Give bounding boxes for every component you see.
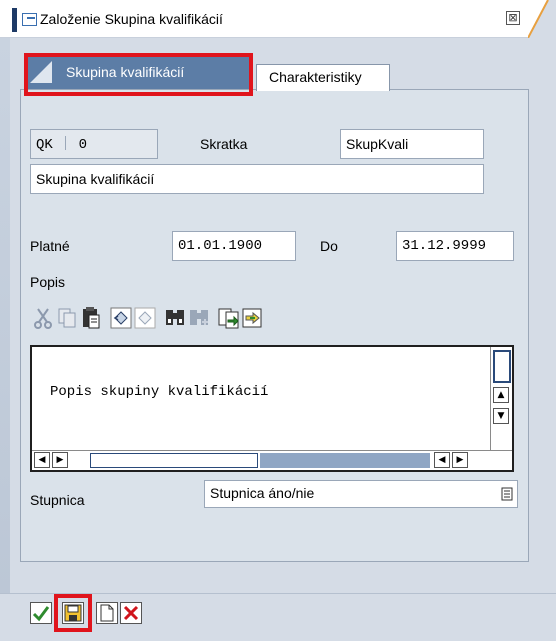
save-highlight-frame: [54, 594, 92, 632]
object-id: 0: [78, 137, 88, 153]
find-next-icon[interactable]: [188, 306, 210, 330]
undo-icon[interactable]: [110, 306, 132, 330]
cut-icon[interactable]: [32, 306, 54, 330]
abbreviation-field[interactable]: SkupKvali: [340, 129, 484, 159]
right-strip: [530, 38, 556, 593]
horizontal-scrollbar[interactable]: ◀ ▶ ◀ ▶: [32, 450, 512, 470]
close-icon[interactable]: ⊠: [506, 11, 520, 25]
valid-to-field[interactable]: 31.12.9999: [396, 231, 514, 261]
object-type-field: QK 0: [30, 129, 158, 159]
horizontal-scroll-thumb[interactable]: [90, 453, 258, 468]
scale-field[interactable]: Stupnica áno/nie: [204, 480, 518, 508]
scroll-right-icon[interactable]: ▶: [52, 452, 68, 468]
abbreviation-label: Skratka: [200, 136, 248, 152]
name-field[interactable]: Skupina kvalifikácií: [30, 164, 484, 194]
valid-from-field[interactable]: 01.01.1900: [172, 231, 296, 261]
title-bar: Založenie Skupina kvalifikácií ⊠: [0, 0, 556, 38]
window-icon: [22, 13, 37, 26]
new-icon[interactable]: [96, 602, 118, 624]
scroll-left-icon[interactable]: ◀: [34, 452, 50, 468]
description-label: Popis: [30, 274, 66, 290]
redo-icon[interactable]: [134, 306, 156, 330]
find-icon[interactable]: [164, 306, 186, 330]
description-text: Popis skupiny kvalifikácií: [50, 384, 269, 400]
paste-icon[interactable]: [80, 306, 102, 330]
tab-highlight-frame: [24, 53, 253, 96]
save-local-file-icon[interactable]: [242, 306, 264, 330]
vertical-scroll-thumb[interactable]: [493, 350, 511, 383]
scroll-up-icon[interactable]: ▲: [493, 387, 509, 403]
copy-icon[interactable]: [56, 306, 78, 330]
load-local-file-icon[interactable]: [218, 306, 240, 330]
cancel-icon[interactable]: [120, 602, 142, 624]
description-editor[interactable]: Popis skupiny kvalifikácií ▲ ▼ ◀ ▶ ◀ ▶: [30, 345, 514, 472]
left-strip: [0, 38, 10, 593]
check-icon[interactable]: [30, 602, 52, 624]
object-type: QK: [36, 137, 53, 153]
valid-to-label: Do: [320, 238, 338, 254]
title-accent: [12, 8, 17, 32]
window-title: Založenie Skupina kvalifikácií: [40, 11, 223, 27]
dropdown-icon[interactable]: [501, 487, 513, 501]
tab-characteristics-label: Charakteristiky: [269, 69, 362, 85]
vertical-scrollbar[interactable]: ▲ ▼: [490, 347, 512, 450]
valid-from-label: Platné: [30, 238, 70, 254]
title-decoration: [528, 0, 556, 38]
tab-characteristics[interactable]: Charakteristiky: [256, 64, 390, 91]
scroll-right-end-icon[interactable]: ▶: [452, 452, 468, 468]
scroll-left-end-icon[interactable]: ◀: [434, 452, 450, 468]
scale-label: Stupnica: [30, 492, 85, 508]
scale-value: Stupnica áno/nie: [210, 485, 315, 501]
scroll-down-icon[interactable]: ▼: [493, 408, 509, 424]
horizontal-scroll-track: [260, 453, 430, 468]
